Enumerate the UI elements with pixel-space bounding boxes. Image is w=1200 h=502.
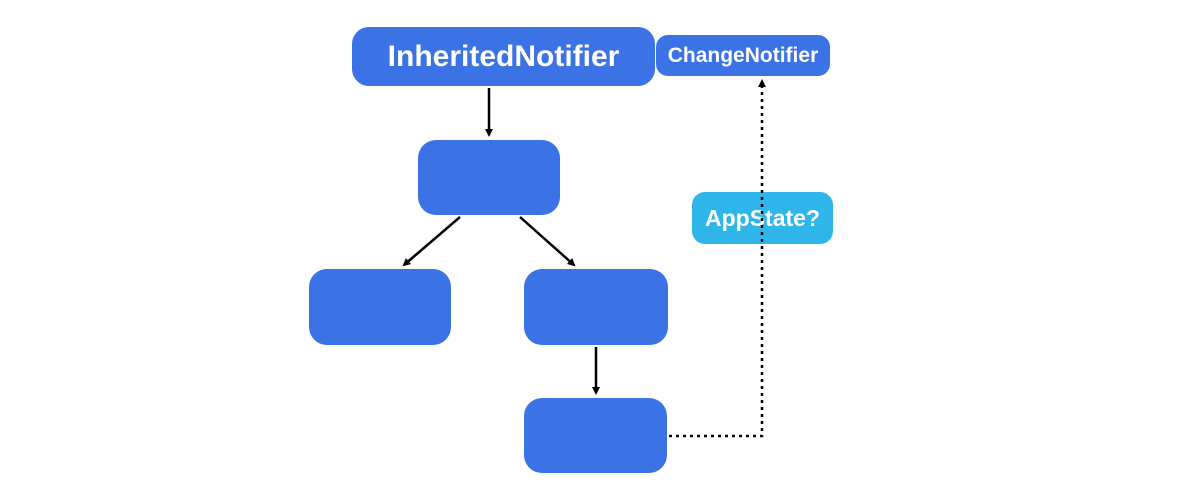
node-app-state: AppState?	[692, 192, 833, 244]
edge-a-to-b	[404, 217, 460, 265]
node-widget-a	[418, 140, 560, 215]
edge-d-to-changenotifier	[669, 81, 762, 436]
app-state-label: AppState?	[705, 205, 820, 232]
node-inherited-notifier: InheritedNotifier	[352, 27, 655, 86]
change-notifier-label: ChangeNotifier	[668, 44, 819, 68]
node-widget-b	[309, 269, 451, 345]
node-widget-c	[524, 269, 668, 345]
node-change-notifier: ChangeNotifier	[656, 35, 830, 76]
inherited-notifier-label: InheritedNotifier	[388, 40, 620, 74]
edge-a-to-c	[520, 217, 574, 265]
node-widget-d	[524, 398, 667, 473]
